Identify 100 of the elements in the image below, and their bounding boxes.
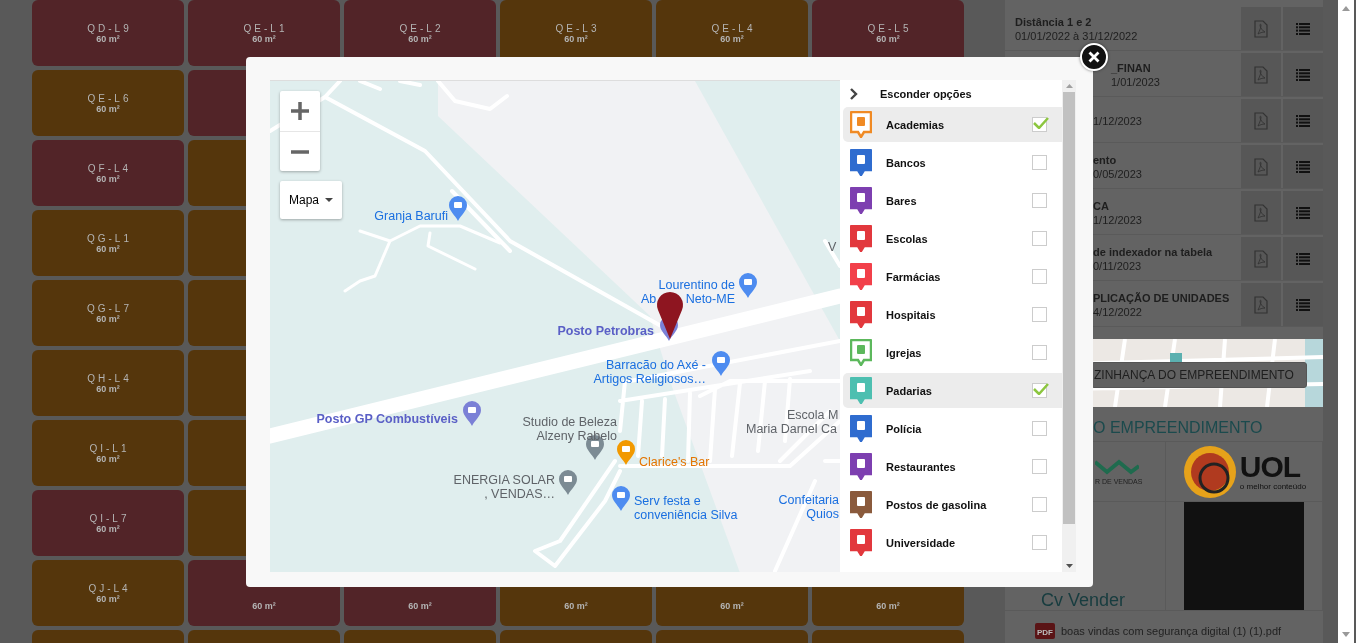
- checkbox[interactable]: [1032, 231, 1047, 246]
- checkbox[interactable]: [1032, 345, 1047, 360]
- map-label[interactable]: Artigos Religiosos…: [593, 372, 706, 386]
- list-button[interactable]: [1283, 145, 1323, 188]
- document-period: 1/12/2023: [1093, 213, 1142, 226]
- hide-options-button[interactable]: Esconder opções: [840, 80, 1062, 107]
- pdf-button[interactable]: [1241, 53, 1281, 96]
- lot-tile[interactable]: QJ-L4 60 m²: [32, 560, 184, 626]
- category-row[interactable]: Bares: [843, 183, 1062, 218]
- list-button[interactable]: [1283, 7, 1323, 50]
- category-row[interactable]: Bancos: [843, 145, 1062, 180]
- checkbox[interactable]: [1032, 497, 1047, 512]
- lot-tile[interactable]: QG-L7 60 m²: [32, 280, 184, 346]
- map-label[interactable]: Escola M: [787, 408, 839, 422]
- lot-tile[interactable]: QE-L6 60 m²: [32, 70, 184, 136]
- list-button[interactable]: [1283, 99, 1323, 142]
- list-button[interactable]: [1283, 191, 1323, 234]
- minus-icon: [291, 149, 309, 154]
- list-button[interactable]: [1283, 53, 1323, 96]
- category-name: Farmácias: [886, 270, 942, 283]
- map-label[interactable]: Confeitaria: [778, 493, 839, 507]
- category-row[interactable]: Farmácias: [843, 259, 1062, 294]
- category-row[interactable]: Igrejas: [843, 335, 1062, 370]
- pdf-button[interactable]: [1241, 7, 1281, 50]
- lot-area: 60 m²: [96, 173, 120, 184]
- lot-label: QE-L6: [86, 92, 132, 104]
- checkbox[interactable]: [1032, 421, 1047, 436]
- map-label[interactable]: Studio de Beleza: [522, 415, 617, 429]
- lot-tile[interactable]: QF-L4 60 m²: [32, 140, 184, 206]
- lot-area: 60 m²: [96, 313, 120, 324]
- lot-label: QD-L9: [86, 22, 132, 34]
- category-row[interactable]: Academias: [843, 107, 1062, 142]
- checkbox[interactable]: [1032, 269, 1047, 284]
- category-row[interactable]: Postos de gasolina: [843, 487, 1062, 522]
- map-label[interactable]: Barracão do Axé -: [605, 358, 706, 372]
- map-label[interactable]: V: [828, 240, 837, 254]
- close-icon: [1088, 51, 1100, 63]
- checkbox[interactable]: [1032, 155, 1047, 170]
- lot-tile[interactable]: QE-L1 60 m²: [188, 0, 340, 66]
- map-label[interactable]: Granja Barufi: [374, 209, 448, 223]
- checkbox[interactable]: [1032, 383, 1047, 398]
- map-pin-icon[interactable]: [612, 486, 630, 511]
- pdf-button[interactable]: [1241, 237, 1281, 280]
- section-heading: O EMPREENDIMENTO: [1093, 419, 1263, 438]
- map-pin-icon[interactable]: [463, 401, 481, 426]
- category-row[interactable]: Escolas: [843, 221, 1062, 256]
- map-pin-icon[interactable]: [449, 196, 467, 221]
- category-row[interactable]: Polícia: [843, 411, 1062, 446]
- lot-label: QE-L5: [866, 22, 912, 34]
- checkbox[interactable]: [1032, 117, 1047, 132]
- page-scrollbar[interactable]: [1338, 0, 1354, 643]
- map-label[interactable]: Neto-ME: [685, 292, 735, 306]
- map-label[interactable]: Clarice's Bar: [639, 455, 710, 469]
- pdf-button[interactable]: [1241, 283, 1281, 326]
- category-row[interactable]: Padarias: [843, 373, 1062, 408]
- map-label[interactable]: Posto GP Combustíveis: [316, 412, 458, 426]
- location-marker-drawing[interactable]: [657, 292, 683, 341]
- lot-label: QI-L7: [88, 512, 130, 524]
- lot-tile[interactable]: QI-L1 60 m²: [32, 420, 184, 486]
- map-label[interactable]: Quios: [806, 507, 839, 521]
- map-label[interactable]: Posto Petrobras: [557, 324, 654, 338]
- lot-area: 60 m²: [96, 33, 120, 44]
- category-row[interactable]: Hospitais: [843, 297, 1062, 332]
- map-label[interactable]: Serv festa e: [634, 494, 701, 508]
- lot-tile[interactable]: QI-L7 60 m²: [32, 490, 184, 556]
- document-title: CA: [1093, 199, 1109, 212]
- map-pin-icon[interactable]: [739, 273, 757, 298]
- map-label[interactable]: , VENDAS…: [484, 487, 555, 501]
- map-pin-icon[interactable]: [559, 470, 577, 495]
- lot-tile[interactable]: QG-L1 60 m²: [32, 210, 184, 276]
- lot-area: 60 m²: [408, 601, 432, 611]
- checkbox[interactable]: [1032, 307, 1047, 322]
- pdf-button[interactable]: [1241, 145, 1281, 188]
- map-label[interactable]: Maria Darnel Ca: [746, 422, 837, 436]
- list-button[interactable]: [1283, 283, 1323, 326]
- lot-tile[interactable]: QH-L4 60 m²: [32, 350, 184, 416]
- category-row[interactable]: Universidade: [843, 525, 1062, 560]
- checkbox[interactable]: [1032, 459, 1047, 474]
- category-name: Restaurantes: [886, 460, 957, 473]
- pdf-button[interactable]: [1241, 99, 1281, 142]
- category-name: Polícia: [886, 422, 923, 435]
- document-period: 01/01/2022 à 31/12/2022: [1015, 29, 1138, 42]
- map-label[interactable]: Lourentino de: [658, 278, 735, 292]
- lot-area: 60 m²: [252, 33, 276, 44]
- map-label[interactable]: Ab: [641, 292, 657, 306]
- lot-area: 60 m²: [96, 523, 120, 534]
- map-label[interactable]: ENERGIA SOLAR: [453, 473, 555, 487]
- options-scrollbar[interactable]: [1062, 80, 1076, 572]
- category-row[interactable]: Restaurantes: [843, 449, 1062, 484]
- lot-tile[interactable]: QD-L9 60 m²: [32, 0, 184, 66]
- list-button[interactable]: [1283, 237, 1323, 280]
- checkbox[interactable]: [1032, 535, 1047, 550]
- map-type-dropdown[interactable]: Mapa: [280, 181, 342, 219]
- checkbox[interactable]: [1032, 193, 1047, 208]
- lot-area: 60 m²: [564, 601, 588, 611]
- pdf-file-icon: [1253, 65, 1269, 84]
- pdf-button[interactable]: [1241, 191, 1281, 234]
- map-label[interactable]: conveniência Silva: [634, 508, 738, 522]
- lot-label: QF-L4: [86, 162, 132, 174]
- map-pin-icon[interactable]: [712, 351, 730, 376]
